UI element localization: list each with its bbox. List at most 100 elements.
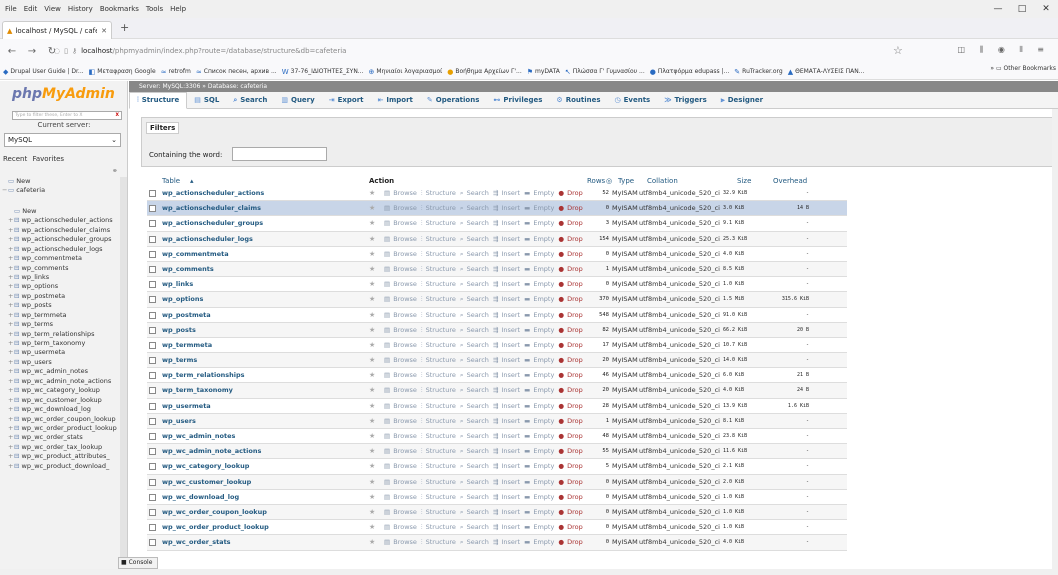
table-name-link[interactable]: wp_commentmeta: [162, 247, 229, 262]
table-name-link[interactable]: wp_options: [162, 292, 203, 307]
empty-action[interactable]: ▬ Empty: [524, 326, 554, 334]
main-scrollbar[interactable]: [1052, 109, 1058, 575]
row-checkbox[interactable]: [149, 190, 156, 197]
empty-action[interactable]: ▬ Empty: [524, 189, 554, 197]
browse-action[interactable]: ▤ Browse: [384, 250, 417, 258]
empty-action[interactable]: ▬ Empty: [524, 280, 554, 288]
browse-action[interactable]: ▤ Browse: [384, 311, 417, 319]
row-checkbox[interactable]: [149, 524, 156, 532]
insert-action[interactable]: ⇶ Insert: [493, 204, 520, 212]
empty-action[interactable]: ▬ Empty: [524, 235, 554, 243]
tree-table-item[interactable]: +⊟ wp_actionscheduler_logs: [0, 245, 127, 254]
search-action[interactable]: ⌕ Search: [460, 371, 489, 379]
bookmark-star-icon[interactable]: ☆: [893, 44, 903, 57]
tab-triggers[interactable]: ≫ Triggers: [657, 92, 714, 109]
table-name-link[interactable]: wp_users: [162, 414, 196, 429]
tree-table-item[interactable]: +⊟ wp_commentmeta: [0, 254, 127, 263]
tree-table-item[interactable]: +⊟ wp_wc_product_attributes_: [0, 452, 127, 461]
table-row[interactable]: wp_term_relationships ★ ▤ Browse ⫶ Structur…: [147, 368, 847, 384]
row-checkbox[interactable]: [149, 326, 156, 334]
insert-action[interactable]: ⇶ Insert: [493, 447, 520, 455]
favorite-star-icon[interactable]: ★: [369, 277, 375, 292]
row-checkbox[interactable]: [149, 341, 156, 349]
insert-action[interactable]: ⇶ Insert: [493, 538, 520, 546]
help-icon[interactable]: ◎: [606, 177, 612, 185]
structure-action[interactable]: ⫶ Structure: [421, 356, 456, 364]
tree-table-item[interactable]: +⊟ wp_wc_product_download_: [0, 462, 127, 471]
structure-action[interactable]: ⫶ Structure: [421, 371, 456, 379]
tree-new-table[interactable]: ▭ New: [0, 207, 127, 216]
empty-action[interactable]: ▬ Empty: [524, 341, 554, 349]
table-row[interactable]: wp_comments ★ ▤ Browse ⫶ Structure ⌕ Search ⇶…: [147, 261, 847, 278]
table-row[interactable]: wp_terms ★ ▤ Browse ⫶ Structure ⌕ Search ⇶ In…: [147, 353, 847, 369]
table-row[interactable]: wp_wc_category_lookup ★ ▤ Browse ⫶ Structur…: [147, 459, 847, 475]
tab-import[interactable]: ⇤ Import: [371, 92, 420, 109]
browse-action[interactable]: ▤ Browse: [384, 432, 417, 440]
search-action[interactable]: ⌕ Search: [460, 508, 489, 516]
sidebar-scrollbar[interactable]: [120, 177, 127, 569]
favorite-star-icon[interactable]: ★: [369, 475, 375, 490]
table-row[interactable]: wp_actionscheduler_actions ★ ▤ Browse ⫶ Str…: [147, 186, 847, 202]
empty-action[interactable]: ▬ Empty: [524, 265, 554, 273]
empty-action[interactable]: ▬ Empty: [524, 250, 554, 258]
url-bar[interactable]: ◌ ▯ ⚷ localhost /phpmyadmin/index.php?ro…: [54, 42, 834, 60]
tree-table-item[interactable]: +⊟ wp_comments: [0, 264, 127, 273]
row-checkbox[interactable]: [149, 372, 156, 380]
structure-action[interactable]: ⫶ Structure: [421, 295, 456, 303]
table-name-link[interactable]: wp_wc_download_log: [162, 490, 239, 505]
table-name-link[interactable]: wp_wc_customer_lookup: [162, 475, 251, 490]
bookmark-item[interactable]: ≈ retrofm: [161, 68, 191, 76]
tab-export[interactable]: ⇥ Export: [322, 92, 371, 109]
filter-input[interactable]: [232, 147, 327, 161]
tab-designer[interactable]: ⫸ Designer: [714, 92, 770, 109]
tree-table-item[interactable]: +⊟ wp_links: [0, 273, 127, 282]
row-checkbox[interactable]: [149, 478, 156, 486]
bookmark-item[interactable]: ↖ Πλώσσα Γ' Γυμνασίου ...: [565, 68, 645, 76]
table-row[interactable]: wp_links ★ ▤ Browse ⫶ Structure ⌕ Search ⇶ In…: [147, 277, 847, 293]
browse-action[interactable]: ▤ Browse: [384, 386, 417, 394]
table-name-link[interactable]: wp_actionscheduler_logs: [162, 232, 253, 247]
browse-action[interactable]: ▤ Browse: [384, 402, 417, 410]
tree-table-item[interactable]: +⊟ wp_wc_order_tax_lookup: [0, 443, 127, 452]
search-action[interactable]: ⌕ Search: [460, 295, 489, 303]
empty-action[interactable]: ▬ Empty: [524, 493, 554, 501]
favorite-star-icon[interactable]: ★: [369, 247, 375, 262]
insert-action[interactable]: ⇶ Insert: [493, 295, 520, 303]
insert-action[interactable]: ⇶ Insert: [493, 371, 520, 379]
insert-action[interactable]: ⇶ Insert: [493, 250, 520, 258]
favorite-star-icon[interactable]: ★: [369, 186, 375, 201]
favorite-star-icon[interactable]: ★: [369, 399, 375, 414]
tab-structure[interactable]: ⫶ Structure: [129, 91, 188, 109]
insert-action[interactable]: ⇶ Insert: [493, 386, 520, 394]
insert-action[interactable]: ⇶ Insert: [493, 235, 520, 243]
table-name-link[interactable]: wp_wc_order_stats: [162, 535, 231, 550]
structure-action[interactable]: ⫶ Structure: [421, 341, 456, 349]
browser-tab[interactable]: ▲ localhost / MySQL / cafeteria | ... ✕: [2, 21, 112, 39]
search-action[interactable]: ⌕ Search: [460, 493, 489, 501]
insert-action[interactable]: ⇶ Insert: [493, 462, 520, 470]
table-row[interactable]: wp_term_taxonomy ★ ▤ Browse ⫶ Structure ⌕ Se…: [147, 383, 847, 399]
tree-table-item[interactable]: +⊟ wp_wc_category_lookup: [0, 386, 127, 395]
row-checkbox[interactable]: [149, 235, 156, 243]
menu-tools[interactable]: Tools: [146, 5, 163, 13]
tree-table-item[interactable]: +⊟ wp_wc_download_log: [0, 405, 127, 414]
tree-table-item[interactable]: +⊟ wp_postmeta: [0, 292, 127, 301]
table-row[interactable]: wp_commentmeta ★ ▤ Browse ⫶ Structure ⌕ Sear…: [147, 246, 847, 262]
bookmark-item[interactable]: ● Βοήθημα Αρχείων Γ'...: [447, 68, 522, 76]
table-name-link[interactable]: wp_usermeta: [162, 399, 211, 414]
search-action[interactable]: ⌕ Search: [460, 280, 489, 288]
table-row[interactable]: wp_options ★ ▤ Browse ⫶ Structure ⌕ Search ⇶ …: [147, 292, 847, 308]
table-name-link[interactable]: wp_posts: [162, 323, 196, 338]
maximize-icon[interactable]: □: [1010, 0, 1034, 18]
clear-icon[interactable]: X: [116, 112, 119, 119]
search-action[interactable]: ⌕ Search: [460, 265, 489, 273]
search-action[interactable]: ⌕ Search: [460, 235, 489, 243]
row-checkbox[interactable]: [149, 433, 156, 440]
row-checkbox[interactable]: [149, 387, 156, 395]
table-row[interactable]: wp_actionscheduler_claims ★ ▤ Browse ⫶ Stru…: [147, 201, 847, 217]
tab-query[interactable]: ▥ Query: [274, 92, 321, 109]
phpmyadmin-logo[interactable]: phpMyAdmin: [12, 86, 115, 102]
insert-action[interactable]: ⇶ Insert: [493, 326, 520, 334]
tree-table-item[interactable]: +⊟ wp_termmeta: [0, 311, 127, 320]
new-tab-icon[interactable]: +: [120, 21, 129, 34]
